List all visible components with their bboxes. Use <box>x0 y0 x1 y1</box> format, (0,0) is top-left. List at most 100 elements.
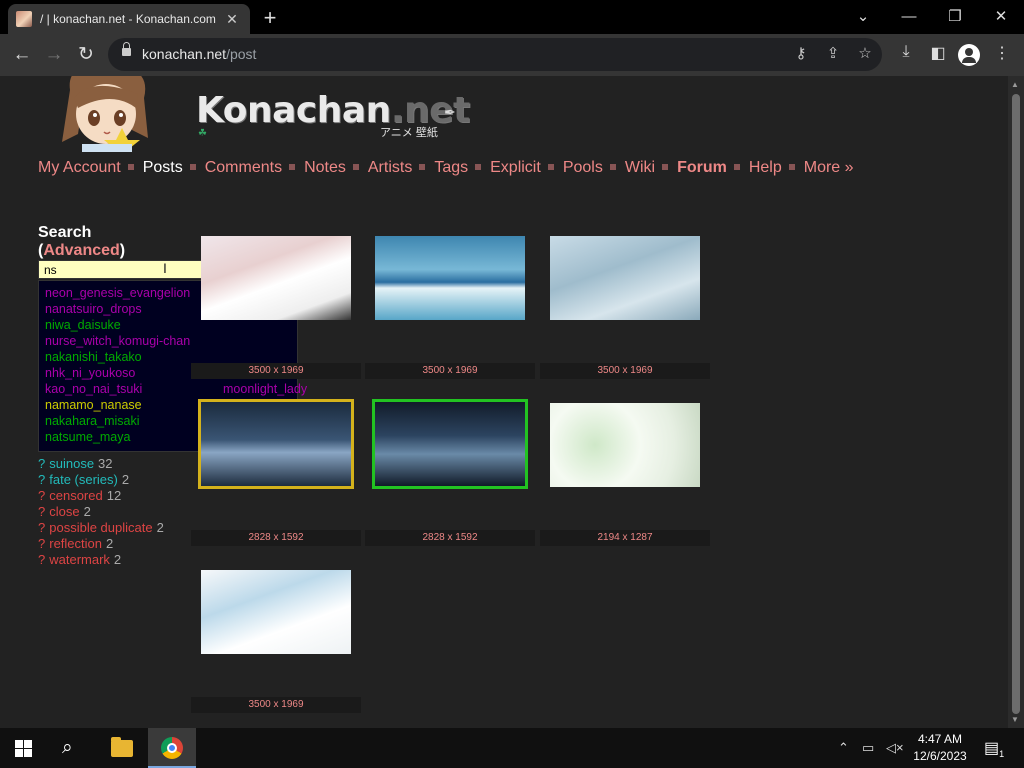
nav-pools[interactable]: Pools <box>563 159 603 176</box>
autocomplete-tag[interactable]: nakanishi_takako <box>45 350 142 364</box>
scrollbar-thumb[interactable] <box>1012 94 1020 714</box>
minimize-button[interactable]: — <box>886 3 932 31</box>
post-resolution: 3500 x 1969 <box>365 363 535 379</box>
tag-wiki-link[interactable]: ? <box>38 456 45 471</box>
tag-link[interactable]: fate (series) <box>49 472 118 487</box>
nav-notes[interactable]: Notes <box>304 159 346 176</box>
autocomplete-tag[interactable]: nakahara_misaki <box>45 414 140 428</box>
nav-comments[interactable]: Comments <box>205 159 282 176</box>
search-heading: Search (Advanced) <box>38 224 126 259</box>
tag-wiki-link[interactable]: ? <box>38 552 45 567</box>
tag-count: 2 <box>83 504 91 519</box>
autocomplete-item[interactable]: kao_no_nai_tsuki moonlight_lady <box>45 381 307 397</box>
new-tab-button[interactable]: + <box>258 5 282 31</box>
nav-separator <box>733 164 740 170</box>
windows-taskbar: ⌕ ⌃ ▭ ◁× 4:47 AM 12/6/2023 ▤1 <box>0 728 1024 768</box>
tag-wiki-link[interactable]: ? <box>38 488 45 503</box>
text-cursor-icon: I <box>163 260 167 276</box>
chevron-up-icon[interactable]: ⌃ <box>838 740 849 756</box>
tag-link[interactable]: close <box>49 504 79 519</box>
restore-button[interactable]: ❐ <box>932 3 978 31</box>
post-thumbnail[interactable] <box>550 236 700 320</box>
tag-count: 2 <box>105 536 114 551</box>
nav-tags[interactable]: Tags <box>434 159 468 176</box>
autocomplete-tag[interactable]: neon_genesis_evangelion <box>45 286 190 300</box>
tag-count: 2 <box>121 472 130 487</box>
post-resolution: 2828 x 1592 <box>365 530 535 546</box>
profile-icon[interactable] <box>958 44 980 66</box>
scroll-down-icon[interactable]: ▼ <box>1011 715 1019 724</box>
windows-start-icon[interactable] <box>15 740 32 757</box>
browser-tab[interactable]: / | konachan.net - Konachan.com ✕ <box>8 4 250 34</box>
chrome-icon[interactable] <box>161 737 183 759</box>
forward-arrow-icon[interactable]: → <box>42 43 66 67</box>
tag-wiki-link[interactable]: ? <box>38 536 45 551</box>
lock-icon[interactable] <box>122 42 131 56</box>
nav-artists[interactable]: Artists <box>368 159 412 176</box>
post-thumbnail[interactable] <box>375 236 525 320</box>
download-icon[interactable]: ⤓ <box>894 43 918 61</box>
side-panel-icon[interactable]: ◧ <box>926 43 950 63</box>
key-icon[interactable]: ⚷ <box>790 44 812 62</box>
tag-link[interactable]: reflection <box>49 536 102 551</box>
autocomplete-tag[interactable]: natsume_maya <box>45 430 130 444</box>
autocomplete-tag[interactable]: kao_no_nai_tsuki <box>45 382 142 396</box>
nav-separator <box>289 164 296 170</box>
tag-link[interactable]: watermark <box>49 552 110 567</box>
tag-wiki-link[interactable]: ? <box>38 472 45 487</box>
network-icon[interactable]: ▭ <box>862 740 874 756</box>
tag-link[interactable]: possible duplicate <box>49 520 152 535</box>
scroll-up-icon[interactable]: ▲ <box>1011 80 1019 89</box>
post-thumbnail[interactable] <box>201 236 351 320</box>
tag-row: ? watermark 2 <box>38 552 164 568</box>
autocomplete-tag[interactable]: nurse_witch_komugi-chan <box>45 334 190 348</box>
nav-forum[interactable]: Forum <box>677 159 727 176</box>
url-text[interactable]: konachan.net/post <box>142 46 256 62</box>
nav-my-account[interactable]: My Account <box>38 159 121 176</box>
post-resolution: 3500 x 1969 <box>191 697 361 713</box>
autocomplete-alias[interactable]: moonlight_lady <box>223 381 307 397</box>
post-thumbnail[interactable] <box>198 399 354 489</box>
nav-separator <box>788 164 795 170</box>
autocomplete-tag[interactable]: nanatsuiro_drops <box>45 302 142 316</box>
tag-count: 2 <box>113 552 122 567</box>
nav-posts[interactable]: Posts <box>143 159 183 176</box>
tag-wiki-link[interactable]: ? <box>38 504 45 519</box>
tag-wiki-link[interactable]: ? <box>38 520 45 535</box>
search-input[interactable] <box>38 260 203 279</box>
autocomplete-tag[interactable]: nhk_ni_youkoso <box>45 366 135 380</box>
tag-count: 12 <box>106 488 122 503</box>
autocomplete-item[interactable]: nurse_witch_komugi-chan <box>45 333 297 349</box>
autocomplete-tag[interactable]: niwa_daisuke <box>45 318 121 332</box>
nav-help[interactable]: Help <box>749 159 782 176</box>
post-thumbnail[interactable] <box>201 570 351 654</box>
volume-muted-icon[interactable]: ◁× <box>886 740 904 756</box>
feather-icon: ✒ <box>444 104 456 120</box>
post-thumbnail[interactable] <box>550 403 700 487</box>
share-icon[interactable]: ⇪ <box>822 44 844 62</box>
close-window-button[interactable]: ✕ <box>978 3 1024 31</box>
tab-close-icon[interactable]: ✕ <box>224 11 240 28</box>
notification-icon[interactable]: ▤1 <box>984 738 1004 759</box>
bookmark-star-icon[interactable]: ☆ <box>854 44 876 62</box>
vertical-scrollbar[interactable]: ▲ ▼ <box>1008 76 1024 728</box>
tab-search-icon[interactable]: ⌄ <box>840 3 886 31</box>
tag-link[interactable]: censored <box>49 488 102 503</box>
system-clock[interactable]: 4:47 AM 12/6/2023 <box>905 731 975 765</box>
tag-link[interactable]: suinose <box>49 456 94 471</box>
nav-separator <box>419 164 426 170</box>
reload-icon[interactable]: ↻ <box>74 43 98 67</box>
search-icon[interactable]: ⌕ <box>62 737 73 759</box>
nav-separator <box>127 164 134 170</box>
file-explorer-icon[interactable] <box>111 737 133 757</box>
post-thumbnail[interactable] <box>372 399 528 489</box>
nav-wiki[interactable]: Wiki <box>625 159 655 176</box>
menu-kebab-icon[interactable]: ⋮ <box>990 43 1014 63</box>
address-bar[interactable]: konachan.net/post ⚷ ⇪ ☆ <box>108 38 882 71</box>
autocomplete-tag[interactable]: namamo_nanase <box>45 398 142 412</box>
nav-explicit[interactable]: Explicit <box>490 159 541 176</box>
back-arrow-icon[interactable]: ← <box>10 43 34 67</box>
nav-more[interactable]: More » <box>804 159 854 176</box>
post-resolution: 3500 x 1969 <box>540 363 710 379</box>
advanced-search-link[interactable]: Advanced <box>43 242 119 259</box>
